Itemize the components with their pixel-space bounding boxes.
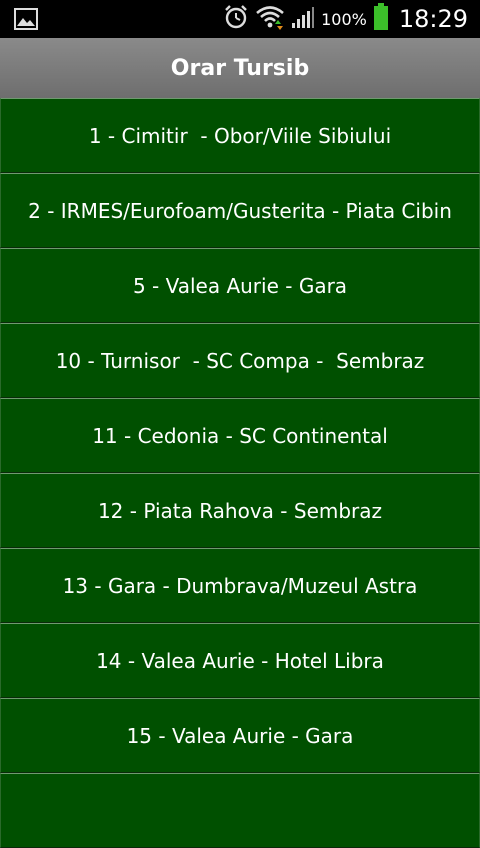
status-bar: 100% 18:29 — [0, 0, 480, 38]
route-label: 15 - Valea Aurie - Gara — [126, 723, 354, 748]
route-item-13[interactable]: 13 - Gara - Dumbrava/Muzeul Astra — [0, 548, 480, 623]
route-item-1[interactable]: 1 - Cimitir - Obor/Viile Sibiului — [0, 98, 480, 173]
route-item-2[interactable]: 2 - IRMES/Eurofoam/Gusterita - Piata Cib… — [0, 173, 480, 248]
route-item-partial[interactable] — [0, 773, 480, 848]
route-label: 2 - IRMES/Eurofoam/Gusterita - Piata Cib… — [28, 198, 452, 223]
route-item-5[interactable]: 5 - Valea Aurie - Gara — [0, 248, 480, 323]
route-label: 10 - Turnisor - SC Compa - Sembraz — [55, 348, 425, 373]
alarm-icon — [223, 4, 249, 34]
route-item-15[interactable]: 15 - Valea Aurie - Gara — [0, 698, 480, 773]
route-label: 13 - Gara - Dumbrava/Muzeul Astra — [62, 573, 418, 598]
page-title: Orar Tursib — [170, 55, 310, 81]
title-bar: Orar Tursib — [0, 38, 480, 99]
route-item-10[interactable]: 10 - Turnisor - SC Compa - Sembraz — [0, 323, 480, 398]
signal-icon — [291, 5, 315, 33]
route-label: 5 - Valea Aurie - Gara — [132, 273, 348, 298]
clock: 18:29 — [398, 5, 468, 33]
route-item-12[interactable]: 12 - Piata Rahova - Sembraz — [0, 473, 480, 548]
route-label: 14 - Valea Aurie - Hotel Libra — [96, 648, 384, 673]
route-list: 1 - Cimitir - Obor/Viile Sibiului 2 - IR… — [0, 98, 480, 848]
route-item-14[interactable]: 14 - Valea Aurie - Hotel Libra — [0, 623, 480, 698]
route-item-11[interactable]: 11 - Cedonia - SC Continental — [0, 398, 480, 473]
status-icons: 100% 18:29 — [223, 0, 468, 38]
battery-percent: 100% — [321, 9, 367, 29]
image-icon — [14, 8, 38, 30]
route-label: 1 - Cimitir - Obor/Viile Sibiului — [88, 123, 392, 148]
battery-icon — [373, 3, 389, 35]
route-label: 11 - Cedonia - SC Continental — [92, 423, 388, 448]
wifi-icon — [255, 4, 285, 34]
route-label: 12 - Piata Rahova - Sembraz — [97, 498, 383, 523]
